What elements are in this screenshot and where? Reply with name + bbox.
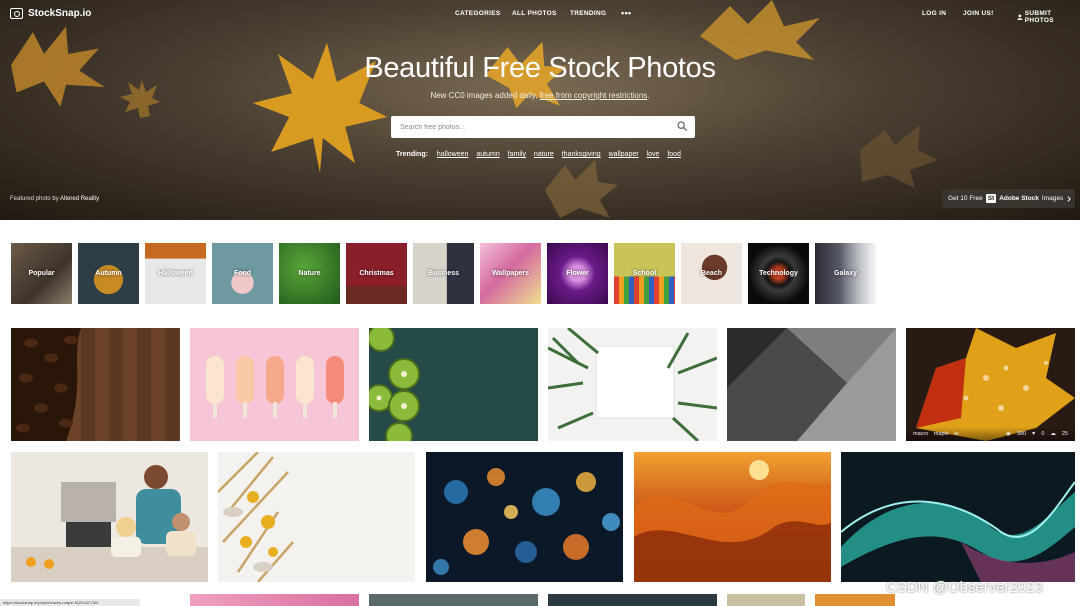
- maple-leaf-drops-image: [916, 328, 1075, 441]
- photo-partial[interactable]: [548, 594, 717, 606]
- trending-tag[interactable]: halloween: [437, 151, 469, 158]
- maple-leaf-image: [120, 80, 160, 118]
- eye-icon: ◉: [1006, 431, 1011, 437]
- downloads-count: 25: [1061, 431, 1068, 437]
- nav-trending[interactable]: TRENDING: [570, 10, 606, 17]
- photo-tag[interactable]: maple: [934, 431, 949, 437]
- photographer-link[interactable]: Altered Reality: [60, 196, 99, 202]
- photo-partial[interactable]: [815, 594, 895, 606]
- photo-grey-abstract[interactable]: [727, 328, 896, 441]
- category-beach[interactable]: Beach: [681, 243, 742, 304]
- hero-title: Beautiful Free Stock Photos: [364, 52, 716, 84]
- photo-tag[interactable]: macro: [913, 431, 928, 437]
- submit-photos-link[interactable]: SUBMIT PHOTOS: [1017, 10, 1080, 24]
- category-halloween[interactable]: Halloween: [145, 243, 206, 304]
- heart-icon[interactable]: ♥: [1032, 431, 1035, 437]
- stocksnap-logo[interactable]: StockSnap.io: [10, 8, 91, 19]
- category-flower[interactable]: Flower: [547, 243, 608, 304]
- browser-status-bar: https://stocksnap.io/photo/leaves-maple-…: [0, 599, 140, 606]
- chevron-right-icon: [1067, 195, 1072, 202]
- category-strip: Popular Autumn Halloween Food Nature Chr…: [11, 243, 876, 304]
- hero-subtitle: New CC0 images added daily, free from co…: [430, 91, 650, 100]
- download-icon[interactable]: ☁: [1050, 431, 1056, 437]
- trending-tag[interactable]: autumn: [476, 151, 499, 158]
- login-link[interactable]: LOG IN: [922, 10, 946, 17]
- photo-dried-flowers[interactable]: [218, 452, 415, 582]
- csdn-watermark: CSDN @Observer2023: [886, 579, 1043, 596]
- photo-kiwi[interactable]: [369, 328, 538, 441]
- photo-ocean-sunset[interactable]: [634, 452, 831, 582]
- category-food[interactable]: Food: [212, 243, 273, 304]
- photo-maple-leaf-drops[interactable]: macro maple le ◉ 380 ♥ 0 ☁ 25: [906, 328, 1075, 441]
- coffee-beans-image: [11, 328, 81, 441]
- category-popular[interactable]: Popular: [11, 243, 72, 304]
- category-wallpapers[interactable]: Wallpapers: [480, 243, 541, 304]
- category-autumn[interactable]: Autumn: [78, 243, 139, 304]
- adobe-stock-logo: St: [985, 194, 997, 203]
- top-navigation: StockSnap.io CATEGORIES ALL PHOTOS TREND…: [0, 0, 1080, 28]
- user-icon: [1017, 14, 1023, 20]
- category-school[interactable]: School: [614, 243, 675, 304]
- dried-flowers-image: [218, 452, 294, 582]
- family-kitchen-image: [11, 452, 208, 582]
- views-count: 380: [1016, 431, 1027, 437]
- kiwi-image: [369, 328, 420, 441]
- popsicles-image: [206, 356, 344, 418]
- hero-banner: StockSnap.io CATEGORIES ALL PHOTOS TREND…: [0, 0, 1080, 220]
- likes-count: 0: [1041, 431, 1045, 437]
- trending-tags: Trending: halloween autumn family nature…: [396, 151, 681, 158]
- category-christmas[interactable]: Christmas: [346, 243, 407, 304]
- trending-tag[interactable]: food: [667, 151, 681, 158]
- category-nature[interactable]: Nature: [279, 243, 340, 304]
- trending-tag[interactable]: family: [508, 151, 526, 158]
- maple-leaf-image: [545, 160, 618, 218]
- trending-tag[interactable]: wallpaper: [609, 151, 639, 158]
- fir-frame-image: [548, 328, 717, 441]
- adobe-stock-button[interactable]: Get 10 Free St Adobe Stock Images: [942, 189, 1075, 208]
- neon-waves-image: [841, 481, 1075, 582]
- category-technology[interactable]: Technology: [748, 243, 809, 304]
- photo-neon-waves[interactable]: [841, 452, 1075, 582]
- trending-tag[interactable]: thanksgiving: [562, 151, 601, 158]
- search-box: [391, 116, 695, 138]
- more-menu-icon[interactable]: •••: [621, 8, 631, 18]
- nav-all-photos[interactable]: ALL PHOTOS: [512, 10, 557, 17]
- search-icon[interactable]: [677, 121, 687, 131]
- photo-partial[interactable]: [190, 594, 359, 606]
- photo-coffee-beans[interactable]: [11, 328, 180, 441]
- photo-family-kitchen[interactable]: [11, 452, 208, 582]
- photo-tag[interactable]: le: [954, 431, 958, 437]
- photo-stats-overlay: macro maple le ◉ 380 ♥ 0 ☁ 25: [906, 427, 1075, 441]
- photo-bokeh-lights[interactable]: [426, 452, 623, 582]
- photo-partial[interactable]: [369, 594, 538, 606]
- trending-tag[interactable]: nature: [534, 151, 554, 158]
- photo-fir-frame[interactable]: [548, 328, 717, 441]
- search-input[interactable]: [391, 123, 661, 131]
- nav-categories[interactable]: CATEGORIES: [455, 10, 501, 17]
- photo-partial[interactable]: [727, 594, 805, 606]
- trending-tag[interactable]: love: [647, 151, 660, 158]
- category-business[interactable]: Business: [413, 243, 474, 304]
- photo-popsicles[interactable]: [190, 328, 359, 441]
- featured-photo-credit: Featured photo by Altered Reality: [10, 196, 100, 202]
- join-link[interactable]: JOIN US!: [963, 10, 994, 17]
- grey-abstract-image: [727, 328, 896, 441]
- bokeh-lights-image: [433, 468, 620, 575]
- copyright-link[interactable]: free from copyright restrictions: [540, 91, 648, 100]
- camera-icon: [10, 8, 23, 19]
- ocean-sunset-image: [634, 460, 831, 582]
